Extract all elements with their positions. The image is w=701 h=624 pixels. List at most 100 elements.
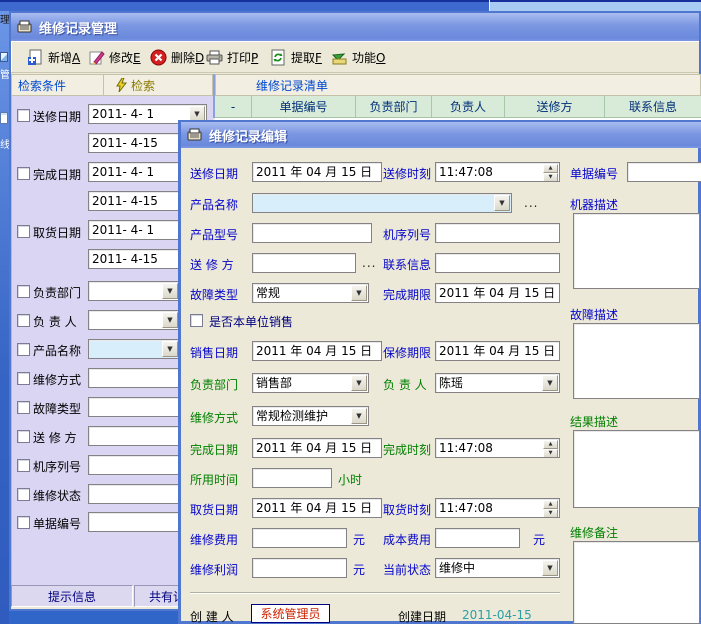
filter-checkbox[interactable] [17,109,30,122]
deadline-field[interactable]: 2011 年 04 月 15 日 [435,283,560,303]
spinner-buttons[interactable]: ▲▼ [543,500,558,516]
status-combobox[interactable]: 维修中▼ [435,558,560,578]
filter-checkbox[interactable] [17,343,30,356]
dept-combobox[interactable]: 销售部▼ [252,373,369,393]
repair-mode-combobox[interactable]: 常规检测维护▼ [252,406,369,426]
doc-no-input[interactable] [627,162,701,182]
send-date-label: 送修日期 [190,165,238,182]
extract-button[interactable]: 提取F [267,47,325,67]
background-window-strip-right [489,0,701,11]
chevron-down-icon[interactable]: ▼ [351,375,367,391]
serial-input[interactable] [435,223,560,243]
edit-dialog-titlebar[interactable]: 维修记录编辑 [181,122,701,148]
edit-button[interactable]: 修改E [85,47,144,67]
filter-label: 故障类型 [33,400,81,417]
product-name-combobox[interactable]: ▼ [252,193,512,213]
sale-date-field[interactable]: 2011 年 04 月 15 日 [252,341,382,361]
desktop-icon [0,52,8,62]
filter-checkbox[interactable] [17,488,30,501]
machine-desc-textarea[interactable] [573,213,700,289]
spin-down-icon: ▼ [543,509,558,518]
filter-label: 机序列号 [33,458,81,475]
sender-browse-button[interactable]: ... [362,256,376,270]
sale-date-label: 销售日期 [190,344,238,361]
own-sale-checkbox[interactable] [190,314,203,327]
repair-fee-input[interactable] [252,528,347,548]
sender-input[interactable] [252,253,356,273]
person-label: 负 责 人 [383,376,427,393]
yuan-label: 元 [533,531,545,548]
profit-label: 维修利润 [190,561,238,578]
chevron-down-icon[interactable]: ▼ [351,408,367,424]
filter-combobox[interactable]: ▼ [88,339,180,359]
filter-checkbox[interactable] [17,459,30,472]
column-header[interactable]: 负责部门 [356,96,432,117]
new-button[interactable]: 新增A [24,47,83,67]
creator-value: 系统管理员 [251,604,330,623]
column-header[interactable]: 送修方 [505,96,605,117]
pickup-time-spinner[interactable]: 11:47:08▲▼ [435,498,560,518]
column-header[interactable]: 负责人 [432,96,505,117]
used-time-input[interactable] [252,468,332,488]
filter-checkbox[interactable] [17,430,30,443]
deadline-label: 完成期限 [383,286,431,303]
spin-up-icon: ▲ [543,500,558,509]
fault-type-combobox[interactable]: 常规▼ [252,283,369,303]
chevron-down-icon[interactable]: ▼ [542,375,558,391]
product-model-input[interactable] [252,223,372,243]
used-time-unit: 小时 [338,471,362,488]
spin-up-icon: ▲ [543,164,558,173]
spinner-buttons[interactable]: ▲▼ [543,440,558,456]
filter-checkbox[interactable] [17,516,30,529]
send-date-field[interactable]: 2011 年 04 月 15 日 [252,162,382,182]
filter-combobox[interactable]: ▼ [88,310,180,330]
pickup-date-field[interactable]: 2011 年 04 月 15 日 [252,498,382,518]
result-desc-textarea[interactable] [573,430,700,508]
warranty-field[interactable]: 2011 年 04 月 15 日 [435,341,560,361]
chevron-down-icon[interactable]: ▼ [542,560,558,576]
filter-checkbox[interactable] [17,167,30,180]
column-header[interactable]: - [215,96,252,117]
cost-fee-input[interactable] [435,528,520,548]
remark-textarea[interactable] [573,541,700,624]
filter-label: 产品名称 [33,342,81,359]
profit-input[interactable] [252,558,347,578]
search-conditions-header: 检索条件 检索 [11,74,213,96]
repair-fee-label: 维修费用 [190,531,238,548]
used-time-label: 所用时间 [190,471,238,488]
filter-checkbox[interactable] [17,401,30,414]
filter-checkbox[interactable] [17,285,30,298]
main-window-titlebar[interactable]: 维修记录管理 [11,13,699,41]
search-conditions-title: 检索条件 [12,75,104,95]
chevron-down-icon[interactable]: ▼ [162,283,178,299]
record-list-header: 维修记录清单 [215,74,701,96]
finish-date-field[interactable]: 2011 年 04 月 15 日 [252,438,382,458]
send-time-spinner[interactable]: 11:47:08▲▼ [435,162,560,182]
filter-checkbox[interactable] [17,314,30,327]
chevron-down-icon[interactable]: ▼ [494,195,510,211]
filter-label: 负 责 人 [33,313,77,330]
person-combobox[interactable]: 陈瑶▼ [435,373,560,393]
app-icon [17,20,33,34]
filter-checkbox[interactable] [17,372,30,385]
search-button[interactable]: 检索 [104,77,155,94]
filter-combobox[interactable]: ▼ [88,281,180,301]
spinner-buttons[interactable]: ▲▼ [543,164,558,180]
contact-input[interactable] [435,253,560,273]
function-button[interactable]: 功能O [328,47,388,67]
column-header[interactable]: 单据编号 [252,96,356,117]
delete-button[interactable]: 删除D [147,47,207,67]
extract-icon [270,49,287,66]
print-button[interactable]: 打印P [203,47,261,67]
filter-label: 送修日期 [33,108,81,125]
chevron-down-icon[interactable]: ▼ [162,341,178,357]
finish-time-spinner[interactable]: 11:47:08▲▼ [435,438,560,458]
chevron-down-icon[interactable]: ▼ [351,285,367,301]
fault-desc-textarea[interactable] [573,323,700,399]
status-label: 当前状态 [383,561,431,578]
chevron-down-icon[interactable]: ▼ [162,312,178,328]
add-icon [27,49,44,66]
filter-checkbox[interactable] [17,225,30,238]
product-browse-button[interactable]: ... [524,196,538,210]
column-header[interactable]: 联系信息 [605,96,701,117]
